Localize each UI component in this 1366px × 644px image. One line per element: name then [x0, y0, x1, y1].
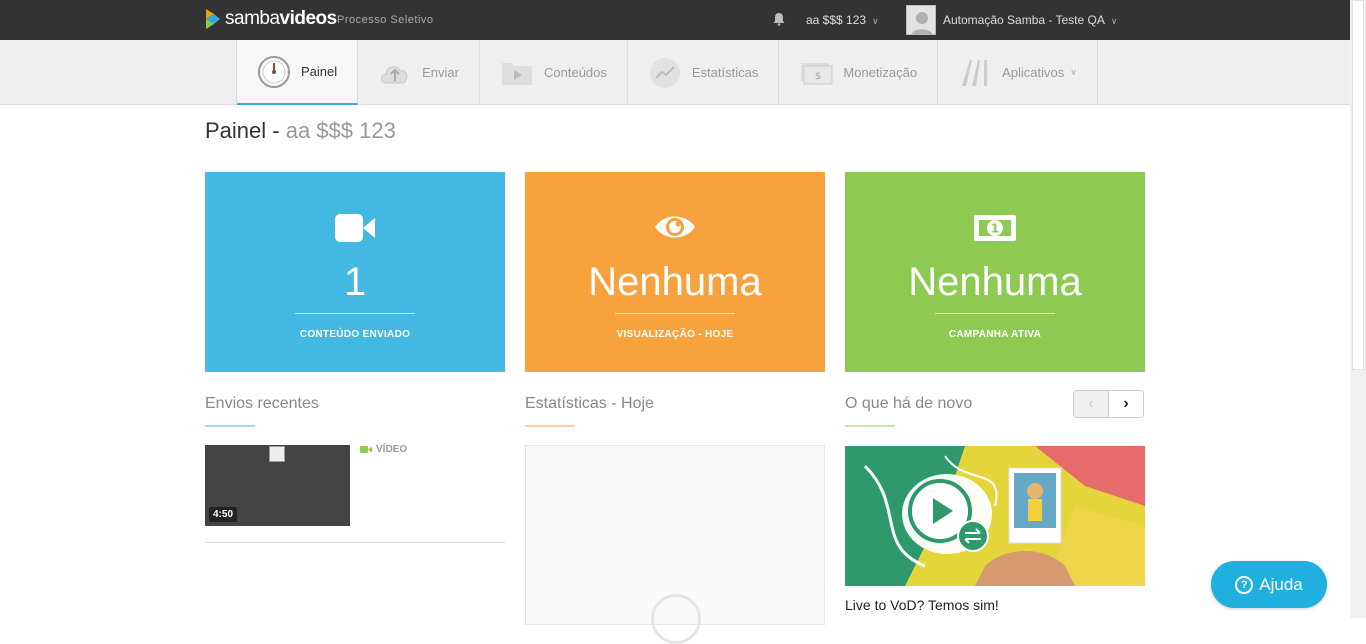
apps-icon [958, 56, 992, 90]
nav-label: Monetização [843, 65, 918, 80]
next-button[interactable]: › [1109, 391, 1143, 417]
section-title-stats: Estatísticas - Hoje [525, 395, 654, 412]
nav-label: Aplicativos [1002, 65, 1065, 80]
chevron-down-icon: ∨ [872, 16, 879, 26]
user-menu[interactable]: Automação Samba - Teste QA ∨ [943, 13, 1117, 27]
nav-item-estatisticas[interactable]: Estatísticas [628, 40, 780, 105]
chevron-down-icon: ∨ [1070, 67, 1077, 77]
app-subtitle: Processo Seletivo [337, 14, 434, 26]
news-image[interactable] [845, 446, 1145, 586]
list-divider [205, 542, 505, 543]
video-type-tag: VÍDEO [360, 444, 407, 455]
logo-text: sambavideos [225, 8, 337, 29]
folder-video-icon [500, 56, 534, 90]
nav-label: Estatísticas [691, 65, 759, 80]
card-label: CAMPANHA ATIVA [948, 329, 1042, 340]
nav-label: Conteúdos [544, 65, 607, 80]
section-title-recent: Envios recentes [205, 395, 319, 412]
card-active-campaign[interactable]: 1 Nenhuma CAMPANHA ATIVA [845, 172, 1145, 372]
chevron-down-icon: ∨ [1110, 16, 1118, 26]
account-name: aa $$$ 123 [806, 13, 867, 27]
card-value: Nenhuma [588, 260, 762, 304]
avatar[interactable] [906, 5, 936, 35]
card-divider [935, 313, 1055, 314]
question-icon: ? [1235, 575, 1254, 594]
video-duration: 4:50 [209, 507, 238, 522]
card-views-today[interactable]: Nenhuma VISUALIZAÇÃO - HOJE [525, 172, 825, 372]
gauge-icon [257, 55, 291, 89]
svg-text:1: 1 [991, 222, 999, 236]
video-type-label: VÍDEO [376, 444, 408, 455]
account-selector[interactable]: aa $$$ 123 ∨ [806, 13, 879, 27]
page-title-text: Painel [205, 118, 267, 143]
samba-videos-logo[interactable]: sambavideos [204, 7, 337, 31]
eye-icon [525, 212, 825, 252]
card-value: Nenhuma [908, 260, 1082, 304]
recent-video-thumbnail[interactable]: 4:50 [205, 445, 350, 526]
main-nav: Painel Enviar Conteúdos Estatísticas $ M… [0, 40, 1350, 105]
card-label: VISUALIZAÇÃO - HOJE [616, 329, 734, 340]
broken-image-icon [269, 446, 285, 462]
logo-play-icon [204, 7, 222, 31]
page-title: Painel - aa $$$ 123 [205, 118, 396, 144]
help-label: Ajuda [1259, 574, 1303, 594]
top-bar: sambavideos Processo Seletivo aa $$$ 123… [0, 0, 1350, 40]
page-title-separator: - [266, 118, 286, 143]
prev-button[interactable]: ‹ [1074, 391, 1109, 417]
stats-chart-icon [648, 56, 682, 90]
card-value: 1 [343, 260, 367, 304]
news-pager: ‹ › [1073, 390, 1144, 418]
card-divider [295, 313, 415, 314]
user-name: Automação Samba - Teste QA [943, 13, 1105, 27]
nav-label: Enviar [422, 65, 459, 80]
nav-item-enviar[interactable]: Enviar [358, 40, 480, 105]
nav-item-painel[interactable]: Painel [237, 40, 359, 105]
nav-label: Painel [301, 64, 338, 79]
money-icon: $ [799, 56, 833, 90]
loading-icon [651, 594, 701, 644]
banknote-icon: 1 [845, 212, 1145, 252]
section-underline [205, 425, 255, 427]
video-camera-icon [360, 446, 372, 453]
card-label: CONTEÚDO ENVIADO [299, 329, 411, 340]
section-title-news: O que há de novo [845, 395, 973, 412]
scrollbar-thumb[interactable] [1352, 0, 1364, 370]
section-underline [845, 425, 895, 427]
chevron-left-icon: ‹ [1088, 395, 1094, 412]
nav-item-conteudos[interactable]: Conteúdos [480, 40, 628, 105]
nav-item-monetizacao[interactable]: $ Monetização [779, 40, 939, 105]
svg-text:$: $ [815, 71, 821, 82]
nav-item-aplicativos[interactable]: Aplicativos ∨ [938, 40, 1098, 105]
chevron-right-icon: › [1123, 395, 1129, 412]
card-divider [615, 313, 735, 314]
news-caption[interactable]: Live to VoD? Temos sim! [845, 597, 999, 613]
video-camera-icon [205, 212, 505, 252]
stats-today-panel [525, 445, 825, 644]
cloud-upload-icon [378, 56, 412, 90]
section-underline [525, 425, 575, 427]
help-button[interactable]: ? Ajuda [1211, 561, 1327, 608]
notifications-bell-icon[interactable] [772, 12, 786, 31]
page-title-account: aa $$$ 123 [285, 118, 396, 143]
card-content-sent[interactable]: 1 CONTEÚDO ENVIADO [205, 172, 505, 372]
